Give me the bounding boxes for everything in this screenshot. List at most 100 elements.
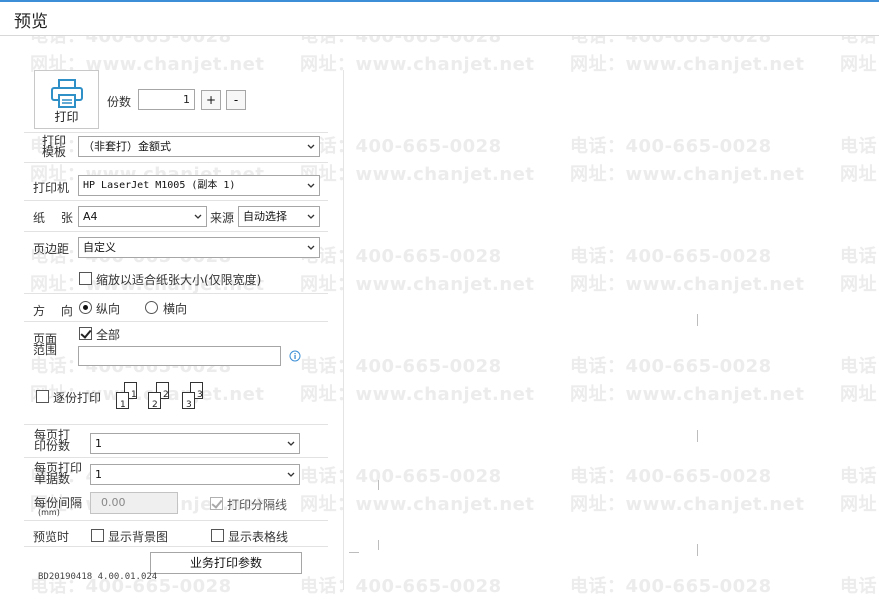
chevron-down-icon <box>307 214 315 219</box>
landscape-label: 横向 <box>163 302 188 316</box>
chevron-down-icon <box>287 472 295 477</box>
paper-label: 纸 张 <box>33 211 79 225</box>
watermark-site: 网址：www.chanjet.net <box>300 494 535 515</box>
watermark-site: 网址：www.chanjet.net <box>840 494 879 515</box>
preview-margin-marker <box>697 430 698 442</box>
watermark-phone: 电话：400-665-0028 <box>840 356 879 377</box>
watermark-site: 网址：www.chanjet.net <box>840 54 879 75</box>
watermark-site: 网址：www.chanjet.net <box>570 384 805 405</box>
docs-per-page-label: 每页打印单据数 <box>34 461 83 486</box>
separator <box>24 162 328 163</box>
paper-select[interactable]: A4 <box>78 206 207 227</box>
page-range-all-checkbox[interactable] <box>79 327 92 340</box>
watermark-site: 网址：www.chanjet.net <box>300 54 535 75</box>
print-button-label: 打印 <box>54 110 79 124</box>
separator <box>24 231 328 232</box>
copies-plus-button[interactable]: + <box>201 90 221 110</box>
copies-per-page-select[interactable]: 1 <box>90 433 300 454</box>
chevron-down-icon <box>287 441 295 446</box>
page-range-input[interactable] <box>78 346 281 366</box>
watermark-site: 网址：www.chanjet.net <box>570 494 805 515</box>
title-bar: 预览 <box>0 0 879 36</box>
printer-label: 打印机 <box>33 181 70 195</box>
watermark-site: 网址：www.chanjet.net <box>840 600 879 604</box>
template-label: 打印模板 <box>42 134 67 159</box>
page-icon: 1 <box>116 392 129 410</box>
spacing-input[interactable]: 0.00 <box>90 492 178 514</box>
portrait-radio[interactable] <box>79 301 92 314</box>
preview-options-label: 预览时 <box>33 530 70 544</box>
watermark-phone: 电话：400-665-0028 <box>300 466 502 487</box>
chevron-down-icon <box>307 245 315 250</box>
show-background-checkbox[interactable] <box>91 529 104 542</box>
watermark-phone: 电话：400-665-0028 <box>570 576 772 597</box>
print-divider-label: 打印分隔线 <box>227 498 288 512</box>
watermark-site: 网址：www.chanjet.net <box>570 600 804 604</box>
margin-value: 自定义 <box>83 241 116 254</box>
business-print-params-button[interactable]: 业务打印参数 <box>150 552 302 574</box>
printer-select[interactable]: HP LaserJet M1005 (副本 1) <box>78 175 320 196</box>
watermark-site: 网址：www.chanjet.net <box>300 384 535 405</box>
docs-per-page-select[interactable]: 1 <box>90 464 300 485</box>
preview-margin-marker <box>378 480 379 490</box>
separator <box>24 321 328 322</box>
watermark-phone: 电话：400-665-0028 <box>840 136 879 157</box>
print-button[interactable]: 打印 <box>34 70 99 129</box>
collate-label: 逐份打印 <box>53 391 102 405</box>
watermark-phone: 电话：400-665-0028 <box>300 246 502 267</box>
preview-area <box>343 70 873 600</box>
chevron-down-icon <box>307 183 315 188</box>
window-title: 预览 <box>14 12 48 32</box>
copies-per-page-value: 1 <box>95 437 102 450</box>
show-gridlines-label: 显示表格线 <box>228 530 289 544</box>
watermark-phone: 电话：400-665-0028 <box>570 246 772 267</box>
watermark-site: 网址：www.chanjet.net <box>300 164 535 185</box>
printer-icon <box>51 79 83 108</box>
chevron-down-icon <box>194 214 202 219</box>
watermark-site: 网址：www.chanjet.net <box>570 274 805 295</box>
docs-per-page-value: 1 <box>95 468 102 481</box>
watermark-phone: 电话：400-665-0028 <box>570 356 772 377</box>
watermark-site: 网址：www.chanjet.net <box>570 164 805 185</box>
show-gridlines-checkbox[interactable] <box>211 529 224 542</box>
watermark-site: 网址：www.chanjet.net <box>300 274 535 295</box>
margin-select[interactable]: 自定义 <box>78 237 320 258</box>
info-icon[interactable] <box>289 350 301 362</box>
watermark-site: 网址：www.chanjet.net <box>840 274 879 295</box>
margin-label: 页边距 <box>33 242 70 256</box>
landscape-radio[interactable] <box>145 301 158 314</box>
paper-source-value: 自动选择 <box>243 210 287 223</box>
page-icon: 3 <box>182 392 195 410</box>
watermark-phone: 电话：400-665-0028 <box>570 466 772 487</box>
fit-paper-label: 缩放以适合纸张大小(仅限宽度) <box>96 273 262 287</box>
paper-source-label: 来源 <box>210 211 235 225</box>
page-icon: 2 <box>148 392 161 410</box>
printer-value: HP LaserJet M1005 (副本 1) <box>83 180 236 191</box>
copies-minus-button[interactable]: - <box>226 90 246 110</box>
watermark-phone: 电话：400-665-0028 <box>840 466 879 487</box>
version-text: BD20190418 4.00.01.024 <box>38 572 158 582</box>
watermark-site: 网址：www.chanjet.net <box>30 600 264 604</box>
portrait-label: 纵向 <box>96 302 121 316</box>
copies-input[interactable]: 1 <box>138 89 195 110</box>
paper-source-select[interactable]: 自动选择 <box>238 206 320 227</box>
watermark-phone: 电话：400-665-0028 <box>300 356 502 377</box>
fit-paper-checkbox[interactable] <box>79 272 92 285</box>
print-settings-panel: 打印 份数 1 + - 打印模板 （非套打）金额式 打印机 HP LaserJe… <box>24 64 328 594</box>
preview-margin-marker <box>697 314 698 326</box>
show-background-label: 显示背景图 <box>108 530 169 544</box>
watermark-phone: 电话：400-665-0028 <box>300 576 502 597</box>
print-preview-window: 预览 电话：400-665-0028 网址：www.chanjet.net 电话：4… <box>0 0 879 604</box>
separator <box>24 546 328 547</box>
copies-label: 份数 <box>107 95 132 109</box>
print-divider-checkbox[interactable] <box>210 497 223 510</box>
template-select[interactable]: （非套打）金额式 <box>78 136 320 157</box>
collate-checkbox[interactable] <box>36 390 49 403</box>
watermark-phone: 电话：400-665-0028 <box>840 246 879 267</box>
spacing-unit: (mm) <box>38 508 60 517</box>
preview-margin-marker <box>378 540 379 550</box>
watermark-phone: 电话：400-665-0028 <box>840 576 879 597</box>
orientation-label: 方 向 <box>33 304 79 318</box>
separator <box>24 457 328 458</box>
watermark-site: 网址：www.chanjet.net <box>570 54 805 75</box>
